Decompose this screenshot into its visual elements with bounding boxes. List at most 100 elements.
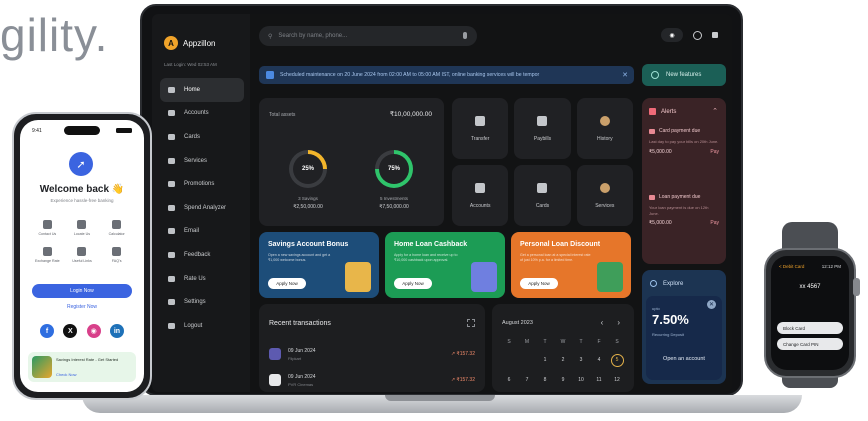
apply-now-button[interactable]: Apply Now (394, 278, 432, 289)
promo-home-loan[interactable]: Home Loan Cashback Apply for a home loan… (385, 232, 505, 298)
calendar-day[interactable]: 4 (590, 356, 608, 365)
sidebar-item-spend-analyzer[interactable]: Spend Analyzer (160, 196, 244, 220)
quick-action-transfer[interactable]: Transfer (452, 98, 509, 159)
calendar-day[interactable]: 7 (518, 376, 536, 385)
calendar-day[interactable]: 12 (608, 376, 626, 385)
apply-now-button[interactable]: Apply Now (520, 278, 558, 289)
last-login: Last Login: Wed 02:53 AM (164, 62, 217, 67)
transaction-amount: ↗ ₹157.32 (450, 377, 475, 383)
shortcut-useful-links[interactable]: Useful Links (65, 247, 100, 263)
promo-personal-loan[interactable]: Personal Loan Discount Get a personal lo… (511, 232, 631, 298)
shortcut-faqs[interactable]: FAQ's (99, 247, 134, 263)
analyzer-icon (168, 204, 175, 211)
chevron-right-icon[interactable]: › (617, 318, 620, 327)
block-card-button[interactable]: Block Card (777, 322, 843, 334)
savings-value: ₹2,50,000.00 (293, 204, 323, 210)
sidebar-item-home[interactable]: Home (160, 78, 244, 102)
cash-icon (597, 262, 623, 292)
linkedin-icon[interactable]: in (109, 324, 124, 338)
calendar-day[interactable]: 1 (536, 356, 554, 365)
sidebar-item-services[interactable]: Services (160, 149, 244, 173)
notification-icon[interactable] (693, 30, 702, 40)
calendar-day[interactable]: 8 (536, 376, 554, 385)
calendar-day[interactable]: 3 (572, 356, 590, 365)
x-icon[interactable]: X (63, 324, 78, 338)
sidebar-item-label: Email (184, 228, 200, 235)
apply-now-button[interactable]: Apply Now (268, 278, 306, 289)
welcome-subtitle: Experience hassle-free banking (50, 198, 114, 203)
calendar-day[interactable]: 2 (554, 356, 572, 365)
instagram-icon[interactable]: ◉ (86, 324, 101, 338)
pay-link[interactable]: Pay (710, 149, 719, 155)
sidebar-item-cards[interactable]: Cards (160, 125, 244, 149)
login-button[interactable]: Login Now (32, 284, 132, 298)
new-features-button[interactable]: New features (642, 64, 726, 86)
sidebar-item-label: Home (184, 86, 201, 93)
quick-action-paybills[interactable]: Paybills (514, 98, 571, 159)
chevron-up-icon[interactable]: ⌃ (712, 107, 718, 115)
sidebar-item-logout[interactable]: Logout (160, 314, 244, 338)
shortcut-exchange-rate[interactable]: Exchange Rate (30, 247, 65, 263)
loan-icon (649, 194, 655, 200)
microphone-icon[interactable] (463, 32, 467, 39)
calendar-day[interactable]: 10 (572, 376, 590, 385)
alerts-panel: Alerts ⌃ Card payment due Last day to pa… (642, 98, 726, 264)
calendar-day[interactable]: 6 (500, 376, 518, 385)
check-now-link[interactable]: Check Now (56, 372, 76, 377)
sidebar-item-label: Rate Us (184, 275, 206, 282)
facebook-icon[interactable]: f (40, 324, 54, 338)
quick-action-history[interactable]: History (576, 98, 633, 159)
watch-title[interactable]: < Debit Card (779, 264, 804, 269)
welcome-heading: Welcome back 👋 (39, 184, 125, 195)
services-icon (599, 182, 610, 193)
pay-link[interactable]: Pay (710, 220, 719, 226)
explore-offer[interactable]: ✕ upto 7.50% Recurring Deposit Open an a… (646, 296, 722, 380)
close-icon[interactable]: ✕ (707, 300, 716, 309)
alert-title-row: Loan payment due (649, 194, 719, 200)
sidebar-item-label: Feedback (184, 251, 211, 258)
shortcut-grid: Contact Us Locate Us Calculator Exchange… (30, 220, 134, 263)
shortcut-contact-us[interactable]: Contact Us (30, 220, 65, 236)
transaction-row[interactable]: 09 Jun 2024 Flipkart ↗ ₹157.32 (269, 344, 475, 364)
sidebar-item-email[interactable]: Email (160, 220, 244, 244)
sidebar-item-rate-us[interactable]: Rate Us (160, 267, 244, 291)
close-icon[interactable]: ✕ (622, 71, 628, 79)
shortcut-label: Contact Us (38, 232, 57, 236)
expand-icon[interactable] (467, 319, 475, 327)
transaction-row[interactable]: 09 Jun 2024 PVR Cinemas ↗ ₹157.32 (269, 370, 475, 390)
change-pin-button[interactable]: Change Card PIN (777, 338, 843, 350)
link-icon (77, 247, 87, 256)
calendar-weekday: T (579, 339, 583, 345)
menu-icon[interactable] (712, 32, 718, 38)
savings-donut[interactable]: 25% (289, 150, 327, 188)
investments-donut[interactable]: 75% (375, 150, 413, 188)
promo-savings-bonus[interactable]: Savings Account Bonus Open a new savings… (259, 232, 379, 298)
search-input[interactable]: ⚲ Search by name, phone... (259, 26, 477, 46)
alert-card-payment: Card payment due Last day to pay your bi… (649, 128, 719, 155)
chevron-left-icon[interactable]: ‹ (601, 318, 604, 327)
locate-icon (77, 220, 87, 229)
quick-action-services[interactable]: Services (576, 165, 633, 226)
promo-title: Savings Account Bonus (268, 241, 349, 248)
quick-action-label: Services (595, 202, 615, 209)
sidebar-item-promotions[interactable]: Promotions (160, 172, 244, 196)
brand[interactable]: A Appzillon (164, 36, 215, 50)
language-button[interactable]: ◉ (661, 28, 683, 42)
calendar-month[interactable]: August 2023 (502, 320, 533, 326)
shortcut-label: Useful Links (72, 259, 92, 263)
calendar-day[interactable]: 9 (554, 376, 572, 385)
quick-action-cards[interactable]: Cards (514, 165, 571, 226)
sidebar-item-accounts[interactable]: Accounts (160, 102, 244, 126)
sidebar-item-settings[interactable]: Settings (160, 290, 244, 314)
quick-action-accounts[interactable]: Accounts (452, 165, 509, 226)
shortcut-locate-us[interactable]: Locate Us (65, 220, 100, 236)
phone-promo-banner[interactable]: Savings Interest Rate - Get Started Chec… (28, 352, 136, 382)
alert-title: Card payment due (659, 128, 701, 134)
register-link[interactable]: Register Now (32, 304, 132, 310)
calendar-day-today[interactable]: 5 (610, 354, 624, 367)
sidebar-item-feedback[interactable]: Feedback (160, 243, 244, 267)
calendar-day[interactable]: 11 (590, 376, 608, 385)
transaction-date: 09 Jun 2024 (288, 347, 316, 354)
open-account-button[interactable]: Open an account (646, 356, 722, 362)
shortcut-calculator[interactable]: Calculator (99, 220, 134, 236)
